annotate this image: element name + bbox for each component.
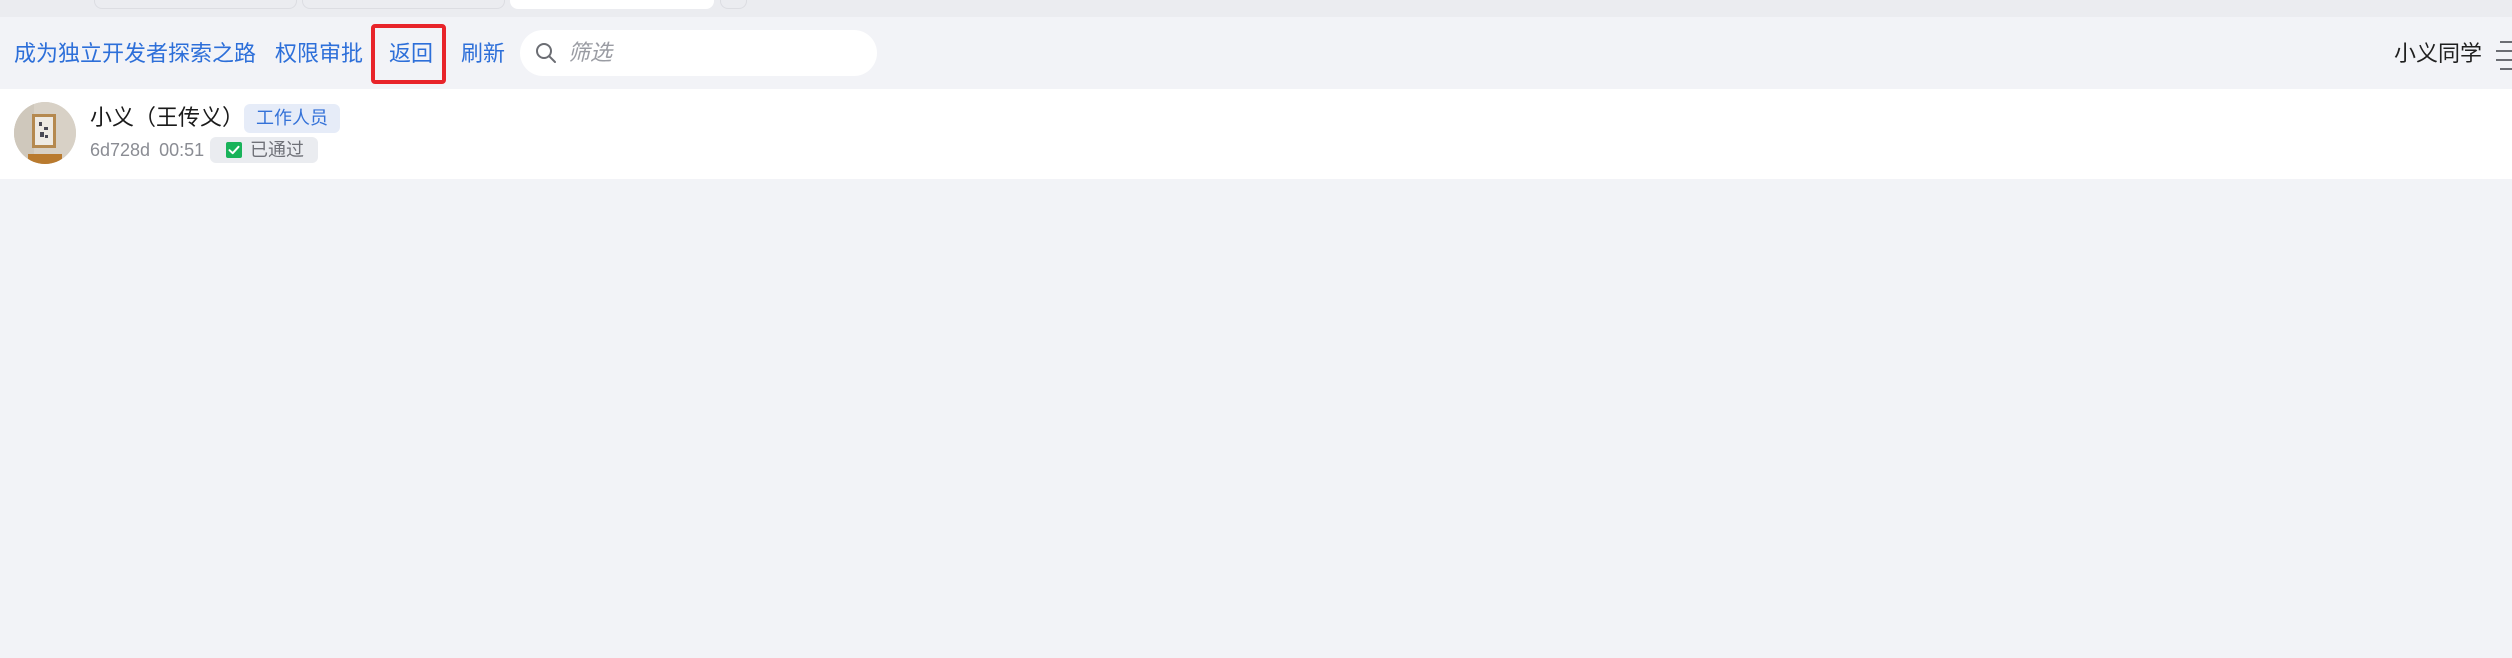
approval-link[interactable]: 权限审批 — [275, 39, 363, 69]
list-settings-icon[interactable] — [2492, 31, 2512, 75]
refresh-link[interactable]: 刷新 — [461, 39, 505, 69]
browser-tab[interactable] — [94, 0, 297, 9]
project-link[interactable]: 成为独立开发者探索之路 — [14, 39, 256, 69]
member-meta: 6d728d 00:51 — [90, 138, 204, 162]
member-name: 小义（王传义） — [90, 105, 245, 130]
member-list: 小义（王传义） 工作人员 6d728d 00:51 已通过 — [0, 89, 2512, 179]
member-time: 00:51 — [159, 140, 205, 160]
toolbar: 成为独立开发者探索之路 权限审批 返回 刷新 小义同学 — [0, 17, 2512, 89]
status-text: 已通过 — [250, 140, 304, 160]
highlight-box — [371, 24, 446, 84]
role-badge: 工作人员 — [244, 104, 340, 133]
search-input[interactable] — [568, 30, 858, 76]
status-badge: 已通过 — [210, 137, 318, 163]
tab-strip — [0, 0, 2512, 17]
avatar[interactable] — [14, 102, 76, 164]
search-icon — [536, 43, 556, 63]
new-tab-button[interactable] — [720, 0, 747, 9]
check-icon — [226, 142, 242, 158]
browser-tab-active[interactable] — [510, 0, 714, 9]
browser-tab[interactable] — [302, 0, 505, 9]
current-user-name[interactable]: 小义同学 — [2394, 39, 2482, 69]
member-id: 6d728d — [90, 140, 151, 160]
search-box[interactable] — [520, 30, 877, 76]
